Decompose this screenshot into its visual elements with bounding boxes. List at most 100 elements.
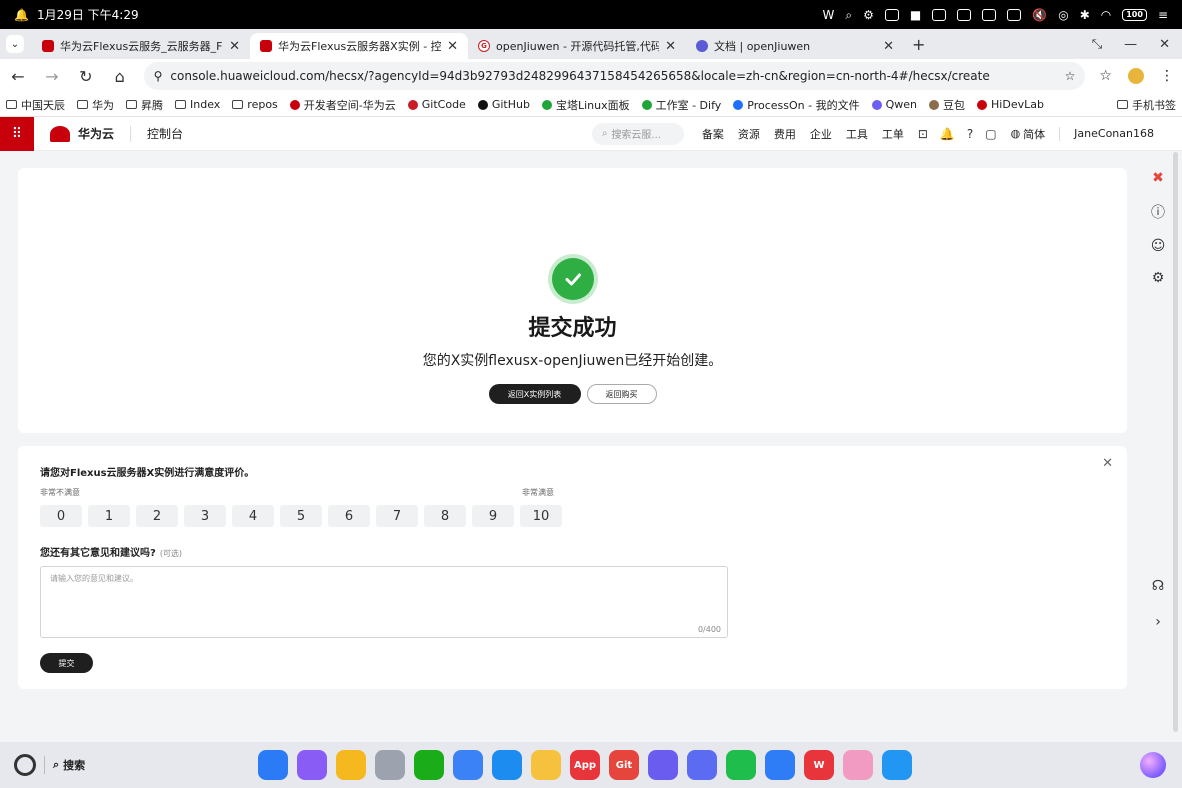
notes-icon[interactable] [884, 8, 899, 21]
nav-billing[interactable]: 费用 [774, 126, 796, 142]
bookmark-link[interactable]: 开发者空间-华为云 [289, 97, 396, 113]
app-grid-app-icon[interactable] [258, 750, 288, 780]
new-tab-icon[interactable]: + [912, 35, 925, 54]
profile-avatar[interactable] [1127, 68, 1144, 84]
bookmark-star-icon[interactable]: ☆ [1065, 69, 1076, 83]
score-option[interactable]: 4 [232, 505, 274, 527]
pin-window-icon[interactable]: ⤡ [1092, 37, 1102, 52]
expand-chevron-icon[interactable]: › [1155, 614, 1161, 630]
mute-icon[interactable]: 🔇 [1032, 9, 1047, 21]
screen-icon[interactable] [932, 8, 947, 21]
help-icon[interactable]: ? [967, 127, 973, 141]
devtools-app-icon[interactable] [687, 750, 717, 780]
files-app-icon[interactable] [882, 750, 912, 780]
score-option[interactable]: 5 [280, 505, 322, 527]
bookmark-folder[interactable]: 昇腾 [126, 97, 163, 113]
console-search-input[interactable]: ⌕ 搜索云服... [591, 122, 684, 145]
bookmark-link[interactable]: ProcessOn - 我的文件 [733, 97, 860, 113]
score-option[interactable]: 1 [88, 505, 130, 527]
tab-openjiuwen-repo[interactable]: G openJiuwen - 开源代码托管,代码协 ✕ [468, 33, 686, 59]
tab-list-dropdown-icon[interactable]: ⌄ [6, 35, 24, 53]
tab-flexus-console[interactable]: 华为云Flexus云服务器X实例 - 控制 ✕ [250, 33, 468, 59]
site-info-icon[interactable]: ⚲ [154, 69, 163, 83]
back-to-instance-list-button[interactable]: 返回X实例列表 [488, 384, 581, 404]
tab-close-icon[interactable]: ✕ [447, 39, 458, 54]
score-option[interactable]: 9 [472, 505, 514, 527]
settings-gear-icon[interactable]: ⚙ [1152, 270, 1165, 286]
bookmark-folder[interactable]: Index [175, 98, 220, 111]
close-window-icon[interactable]: ✕ [1159, 37, 1170, 52]
hotspot-icon[interactable]: ◎ [1058, 9, 1068, 21]
nav-beian[interactable]: 备案 [702, 126, 724, 142]
help-circle-icon[interactable]: ⓘ [1151, 202, 1165, 222]
cloud-shell-icon[interactable]: ⊡ [918, 127, 928, 141]
score-option[interactable]: 6 [328, 505, 370, 527]
bookmark-link[interactable]: Qwen [871, 98, 917, 111]
browser-app-icon[interactable] [492, 750, 522, 780]
tab-flexus-product[interactable]: 华为云Flexus云服务_云服务器_Flexu ✕ [32, 33, 250, 59]
wechat-app-icon[interactable] [414, 750, 444, 780]
score-option[interactable]: 0 [40, 505, 82, 527]
huawei-cloud-logo[interactable]: 华为云 [50, 125, 114, 142]
git-app-icon[interactable]: Git [609, 750, 639, 780]
dock-search-button[interactable]: ⌕ 搜索 [53, 757, 85, 773]
wps-icon[interactable]: W [823, 9, 835, 21]
smile-feedback-icon[interactable]: ☺ [1151, 238, 1166, 254]
tab-openjiuwen-docs[interactable]: 文档 | openJiuwen ✕ [686, 33, 904, 59]
messages-app-icon[interactable] [765, 750, 795, 780]
bookmark-link[interactable]: 豆包 [929, 97, 965, 113]
cast-icon[interactable] [1007, 8, 1022, 21]
score-option[interactable]: 3 [184, 505, 226, 527]
tab-close-icon[interactable]: ✕ [883, 39, 894, 54]
notification-icon[interactable]: 🔔 [940, 127, 955, 141]
settings-icon[interactable]: ⚙ [863, 9, 874, 21]
huawei-cloud-app-icon[interactable] [648, 750, 678, 780]
bookmark-link[interactable]: GitHub [477, 98, 530, 111]
multitask-app-icon[interactable] [297, 750, 327, 780]
service-menu-icon[interactable]: ⠿ [0, 116, 34, 151]
score-option[interactable]: 10 [520, 505, 562, 527]
tab-close-icon[interactable]: ✕ [229, 39, 240, 54]
back-to-purchase-button[interactable]: 返回购买 [586, 384, 657, 404]
back-icon[interactable]: ← [8, 67, 28, 86]
grid-icon[interactable] [982, 8, 997, 21]
ai-assistant-icon[interactable]: ✖ [1152, 170, 1164, 186]
score-option[interactable]: 8 [424, 505, 466, 527]
bookmark-folder[interactable]: 华为 [77, 97, 114, 113]
score-option[interactable]: 2 [136, 505, 178, 527]
favorites-icon[interactable]: ☆ [1099, 68, 1112, 84]
camera-icon[interactable]: ■ [910, 9, 921, 21]
menu-icon[interactable]: ⋮ [1160, 68, 1174, 84]
bookmark-link[interactable]: 宝塔Linux面板 [541, 97, 630, 113]
home-icon[interactable]: ⌂ [110, 67, 130, 86]
language-switch[interactable]: ◍ 简体 [1011, 126, 1046, 142]
phone-app-icon[interactable] [726, 750, 756, 780]
bluetooth-icon[interactable]: ✱ [1080, 9, 1090, 21]
user-account[interactable]: JaneConan168 [1074, 127, 1154, 140]
reload-icon[interactable]: ↻ [76, 67, 96, 86]
gallery-app-icon[interactable] [843, 750, 873, 780]
bookmark-link[interactable]: 工作室 - Dify [641, 97, 721, 113]
start-icon[interactable] [14, 754, 36, 776]
bookmark-folder[interactable]: 中国天辰 [6, 97, 65, 113]
console-link[interactable]: 控制台 [147, 125, 183, 142]
score-option[interactable]: 7 [376, 505, 418, 527]
page-scrollbar[interactable] [1173, 152, 1178, 732]
wps-app-icon[interactable]: W [804, 750, 834, 780]
bookmark-link[interactable]: GitCode [407, 98, 466, 111]
notification-bell-icon[interactable]: 🔔 [14, 9, 29, 21]
submit-feedback-button[interactable]: 提交 [40, 653, 93, 673]
nav-resources[interactable]: 资源 [738, 126, 760, 142]
crop-icon[interactable] [957, 8, 972, 21]
nav-tools[interactable]: 工具 [846, 126, 868, 142]
assistant-orb-icon[interactable] [1140, 752, 1166, 778]
close-icon[interactable]: ✕ [1102, 456, 1113, 471]
feedback-icon[interactable]: ▢ [985, 127, 996, 141]
nav-enterprise[interactable]: 企业 [810, 126, 832, 142]
customer-service-icon[interactable]: ☊ [1152, 578, 1164, 594]
nav-tickets[interactable]: 工单 [882, 126, 904, 142]
control-center-icon[interactable]: ≡ [1158, 9, 1168, 21]
search-icon[interactable]: ⌕ [845, 9, 852, 21]
address-bar[interactable]: ⚲ console.huaweicloud.com/hecsx/?agencyI… [143, 62, 1086, 90]
app-gallery-app-icon[interactable]: App [570, 750, 600, 780]
